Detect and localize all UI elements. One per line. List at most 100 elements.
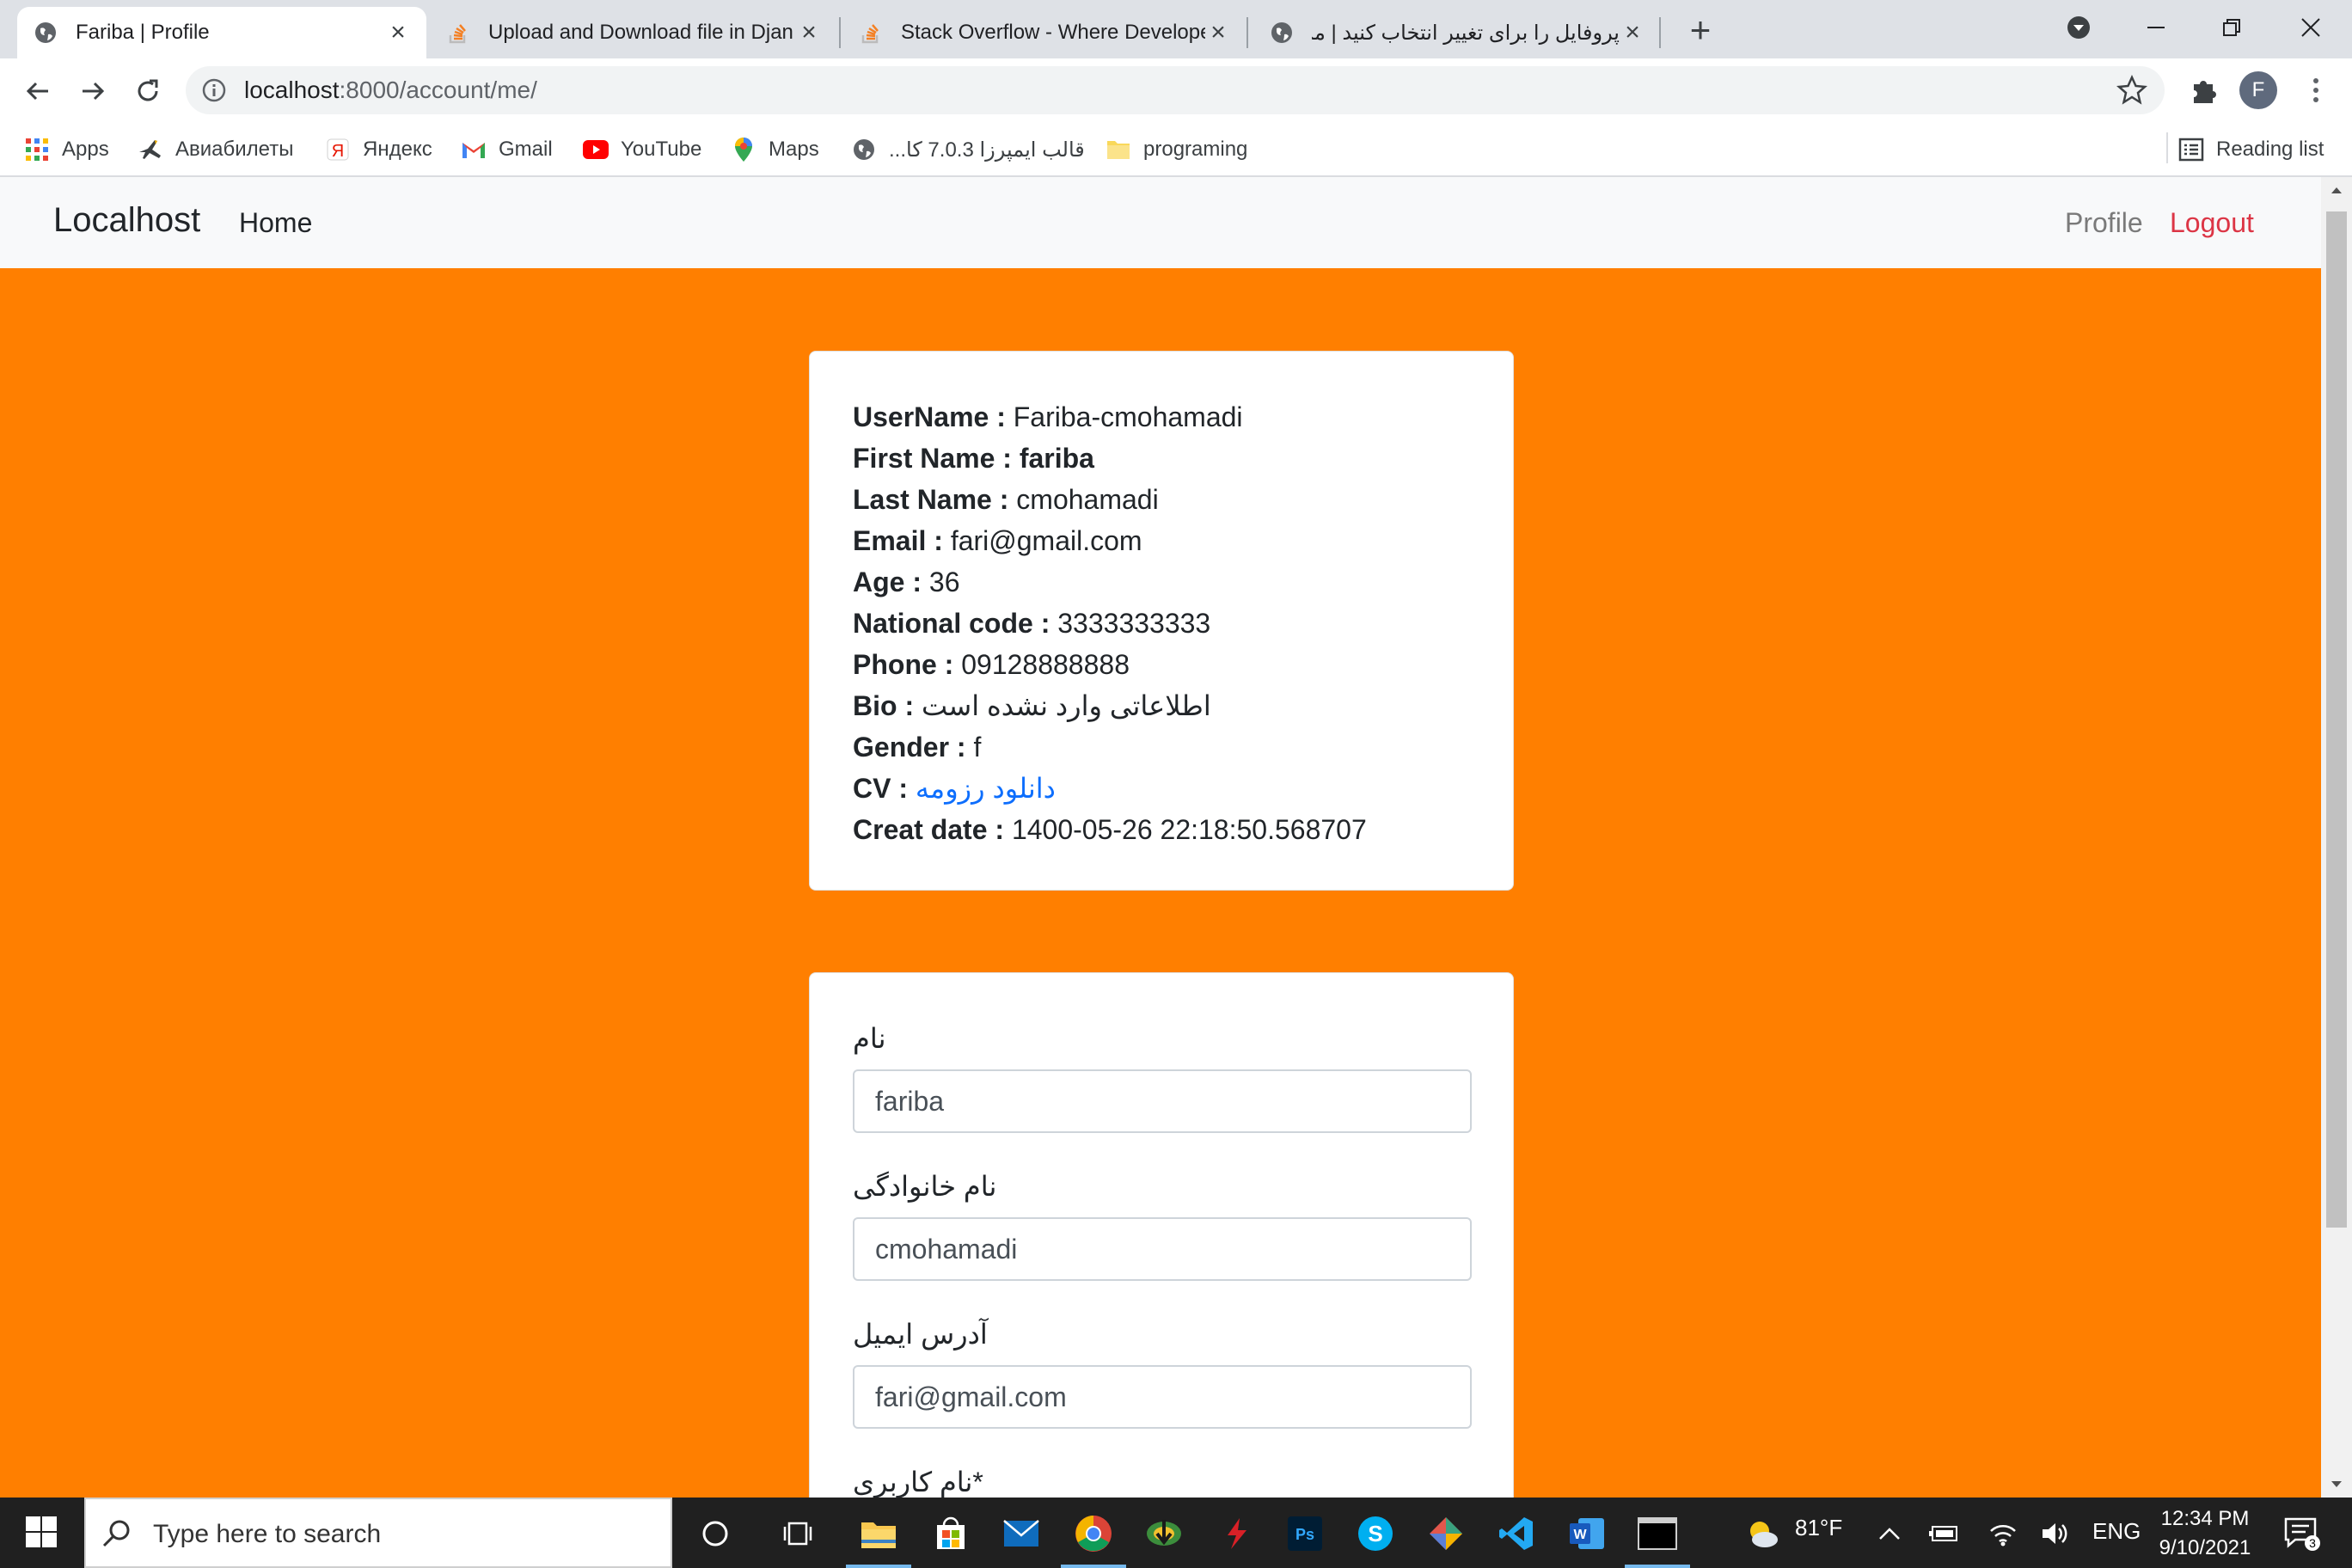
terminal-icon[interactable]	[1625, 1510, 1690, 1568]
close-tab-icon[interactable]: ×	[796, 20, 822, 46]
bookmark-aviabilety[interactable]: Авиабилеты	[138, 134, 293, 165]
bookmark-impreza[interactable]: قالب ایمپرزا 7.0.3 کا...	[851, 134, 1085, 165]
navbar-brand[interactable]: Localhost	[53, 201, 200, 240]
tab-search-button[interactable]	[2053, 5, 2104, 50]
bookmark-star-icon[interactable]	[2116, 75, 2147, 106]
system-clock[interactable]: 12:34 PM 9/10/2021	[2141, 1504, 2269, 1563]
bookmark-label: Apps	[62, 138, 109, 161]
clock-time: 12:34 PM	[2160, 1507, 2250, 1530]
scroll-up-arrow-icon[interactable]	[2321, 177, 2352, 203]
wifi-icon[interactable]	[1979, 1510, 2027, 1558]
close-tab-icon[interactable]: ×	[1205, 20, 1231, 46]
back-button[interactable]	[19, 72, 57, 110]
file-explorer-icon[interactable]	[846, 1510, 911, 1568]
photoshop-icon[interactable]: Ps	[1281, 1510, 1329, 1558]
tab-title: Fariba | Profile	[76, 21, 210, 44]
info-label: Age :	[853, 567, 922, 597]
reading-list-button[interactable]: Reading list	[2178, 134, 2324, 165]
youtube-icon	[583, 137, 609, 162]
info-label: Last Name :	[853, 484, 1009, 515]
tab-title: Stack Overflow - Where Develope	[901, 21, 1205, 44]
input-language[interactable]: ENG	[2092, 1518, 2141, 1545]
mail-icon[interactable]	[997, 1510, 1045, 1558]
weather-icon[interactable]	[1738, 1510, 1786, 1558]
info-icon[interactable]	[201, 77, 227, 103]
taskbar-search-box[interactable]: Type here to search	[84, 1498, 672, 1568]
info-username: UserName : Fariba-cmohamadi	[853, 396, 1513, 438]
scrollbar-thumb[interactable]	[2326, 211, 2347, 1228]
download-manager-icon[interactable]	[1140, 1510, 1188, 1558]
profile-avatar[interactable]: F	[2239, 71, 2277, 109]
tab-strip: Fariba | Profile × Upload and Download f…	[0, 0, 2352, 58]
stackoverflow-icon	[858, 20, 884, 46]
bookmark-youtube[interactable]: YouTube	[583, 134, 701, 165]
info-first-name: First Name : fariba	[853, 438, 1513, 479]
cortana-icon[interactable]	[691, 1510, 739, 1558]
bookmark-maps[interactable]: Maps	[731, 134, 819, 165]
flash-app-icon[interactable]	[1212, 1510, 1260, 1558]
last-name-field[interactable]	[853, 1217, 1472, 1281]
minimize-button[interactable]	[2130, 5, 2182, 50]
last-name-label: نام خانوادگی	[853, 1171, 997, 1202]
new-tab-button[interactable]: +	[1681, 12, 1719, 50]
notification-center-icon[interactable]: 3	[2278, 1510, 2326, 1558]
vscode-icon[interactable]	[1492, 1510, 1540, 1558]
tab-title: Upload and Download file in Djan	[488, 21, 793, 44]
svg-text:W: W	[1573, 1528, 1587, 1542]
info-bio: Bio : اطلاعاتی وارد نشده است	[853, 685, 1513, 726]
git-client-icon[interactable]	[1422, 1510, 1470, 1558]
microsoft-store-icon[interactable]	[927, 1510, 975, 1558]
bookmark-apps[interactable]: Apps	[24, 134, 109, 165]
nav-link-logout[interactable]: Logout	[2170, 207, 2254, 239]
info-value: cmohamadi	[1016, 484, 1159, 515]
forward-button[interactable]	[74, 72, 112, 110]
globe-icon	[851, 137, 877, 162]
chrome-icon[interactable]	[1061, 1510, 1126, 1568]
info-cv: CV : دانلود رزومه	[853, 768, 1513, 809]
info-label: CV :	[853, 773, 908, 804]
address-bar[interactable]: localhost:8000/account/me/	[186, 66, 2165, 114]
bookmark-gmail[interactable]: Gmail	[461, 134, 553, 165]
chevron-up-icon[interactable]	[1865, 1510, 1914, 1558]
bookmarks-bar: Apps Авиабилеты Я Яндекс Gmail YouTube M…	[0, 122, 2352, 177]
url-text[interactable]: localhost:8000/account/me/	[244, 77, 537, 104]
restore-button[interactable]	[2206, 5, 2257, 50]
close-window-button[interactable]	[2285, 5, 2337, 50]
volume-icon[interactable]	[2030, 1510, 2079, 1558]
task-view-icon[interactable]	[774, 1510, 822, 1558]
site-navbar: Localhost Home Profile Logout	[0, 177, 2321, 268]
scroll-down-arrow-icon[interactable]	[2321, 1472, 2352, 1498]
battery-icon[interactable]	[1920, 1510, 1969, 1558]
close-tab-icon[interactable]: ×	[385, 20, 411, 46]
svg-text:Ps: Ps	[1295, 1526, 1314, 1543]
windows-start-icon[interactable]	[24, 1515, 58, 1549]
nav-link-profile[interactable]: Profile	[2065, 207, 2143, 239]
tab-upload-download[interactable]: Upload and Download file in Djan ×	[430, 7, 837, 58]
svg-text:Я: Я	[332, 142, 344, 161]
tab-stack-overflow[interactable]: Stack Overflow - Where Develope ×	[842, 7, 1246, 58]
apps-grid-icon	[24, 137, 50, 162]
bookmark-folder-programing[interactable]: programing	[1106, 134, 1247, 165]
info-label: First Name :	[853, 443, 1012, 474]
word-icon[interactable]: W	[1563, 1510, 1611, 1558]
reload-button[interactable]	[129, 72, 167, 110]
first-name-field[interactable]	[853, 1069, 1472, 1133]
info-value: 09128888888	[961, 649, 1130, 680]
cv-download-link[interactable]: دانلود رزومه	[916, 773, 1056, 804]
globe-icon	[33, 20, 58, 46]
tab-divider	[1659, 17, 1661, 48]
browser-menu-icon[interactable]	[2300, 71, 2331, 109]
stackoverflow-icon	[445, 20, 471, 46]
skype-icon[interactable]: S	[1351, 1510, 1400, 1558]
tab-profile[interactable]: Fariba | Profile ×	[17, 7, 426, 58]
weather-temperature[interactable]: 81°F	[1795, 1515, 1842, 1541]
windows-taskbar: Type here to search Ps S W 81°F ENG 12:3…	[0, 1498, 2352, 1568]
info-national-code: National code : 3333333333	[853, 603, 1513, 644]
bookmark-yandex[interactable]: Я Яндекс	[325, 134, 432, 165]
email-field[interactable]	[853, 1365, 1472, 1429]
nav-link-home[interactable]: Home	[239, 207, 312, 239]
page-scrollbar[interactable]	[2321, 177, 2352, 1498]
close-tab-icon[interactable]: ×	[1620, 20, 1645, 46]
extensions-puzzle-icon[interactable]	[2189, 74, 2221, 107]
tab-persian-profile[interactable]: پروفایل را برای تغییر انتخاب کنید | مد ×	[1253, 7, 1661, 58]
